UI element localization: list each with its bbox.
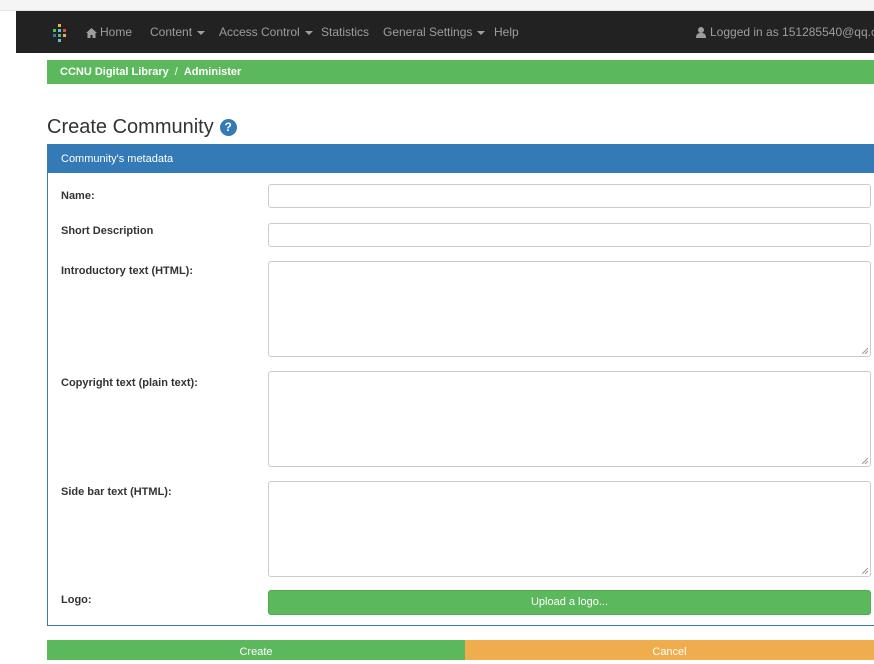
short-description-field[interactable] xyxy=(268,223,871,247)
nav-statistics-label: Statistics xyxy=(321,25,370,39)
name-field[interactable] xyxy=(268,184,871,208)
home-icon xyxy=(86,27,97,38)
chevron-down-icon xyxy=(304,30,313,35)
nav-home-label: Home xyxy=(100,25,133,39)
breadcrumb-item-library[interactable]: CCNU Digital Library xyxy=(60,66,169,78)
introductory-text-field[interactable] xyxy=(268,261,871,357)
nav-access-control[interactable]: Access Control xyxy=(219,11,313,53)
user-icon xyxy=(696,27,706,39)
top-navbar: Home Content Access Control Statistics G… xyxy=(0,0,874,53)
introductory-text-label: Introductory text (HTML): xyxy=(61,265,193,277)
navbar-bar: Home Content Access Control Statistics G… xyxy=(16,11,874,53)
copyright-text-field[interactable] xyxy=(268,371,871,467)
page-title-text: Create Community xyxy=(47,116,214,138)
copyright-text-label: Copyright text (plain text): xyxy=(61,377,198,389)
create-button[interactable]: Create xyxy=(47,640,465,660)
breadcrumb-separator: / xyxy=(174,66,178,78)
nav-content-label: Content xyxy=(150,25,193,39)
chevron-down-icon xyxy=(477,30,486,35)
breadcrumb: CCNU Digital Library / Administer xyxy=(47,60,874,84)
resize-grip-icon[interactable] xyxy=(862,348,868,354)
metadata-panel: Community's metadata Name: Short Descrip… xyxy=(47,144,874,626)
user-label: Logged in as 151285540@qq.com xyxy=(710,25,874,39)
nav-general-settings-label: General Settings xyxy=(383,25,473,39)
nav-general-settings[interactable]: General Settings xyxy=(383,11,486,53)
short-description-label: Short Description xyxy=(61,225,154,237)
nav-access-control-label: Access Control xyxy=(219,25,300,39)
side-bar-text-field[interactable] xyxy=(268,481,871,577)
user-menu[interactable]: Logged in as 151285540@qq.com xyxy=(696,11,874,53)
nav-help-label: Help xyxy=(494,25,519,39)
resize-grip-icon[interactable] xyxy=(862,458,868,464)
nav-help[interactable]: Help xyxy=(494,11,519,53)
resize-grip-icon[interactable] xyxy=(862,568,868,574)
brand-logo-icon[interactable] xyxy=(49,23,69,43)
nav-statistics[interactable]: Statistics xyxy=(321,11,369,53)
help-icon[interactable]: ? xyxy=(219,119,237,136)
side-bar-text-label: Side bar text (HTML): xyxy=(61,486,172,498)
breadcrumb-item-administer[interactable]: Administer xyxy=(184,66,241,78)
logo-label: Logo: xyxy=(61,594,92,606)
chevron-down-icon xyxy=(197,30,206,35)
cancel-button[interactable]: Cancel xyxy=(465,640,874,660)
nav-content[interactable]: Content xyxy=(150,11,206,53)
name-label: Name: xyxy=(61,190,95,202)
browser-strip xyxy=(0,0,874,11)
panel-heading: Community's metadata xyxy=(48,145,874,173)
page-title: Create Community? xyxy=(47,114,237,140)
nav-home[interactable]: Home xyxy=(86,11,132,53)
upload-logo-button[interactable]: Upload a logo... xyxy=(268,590,871,615)
